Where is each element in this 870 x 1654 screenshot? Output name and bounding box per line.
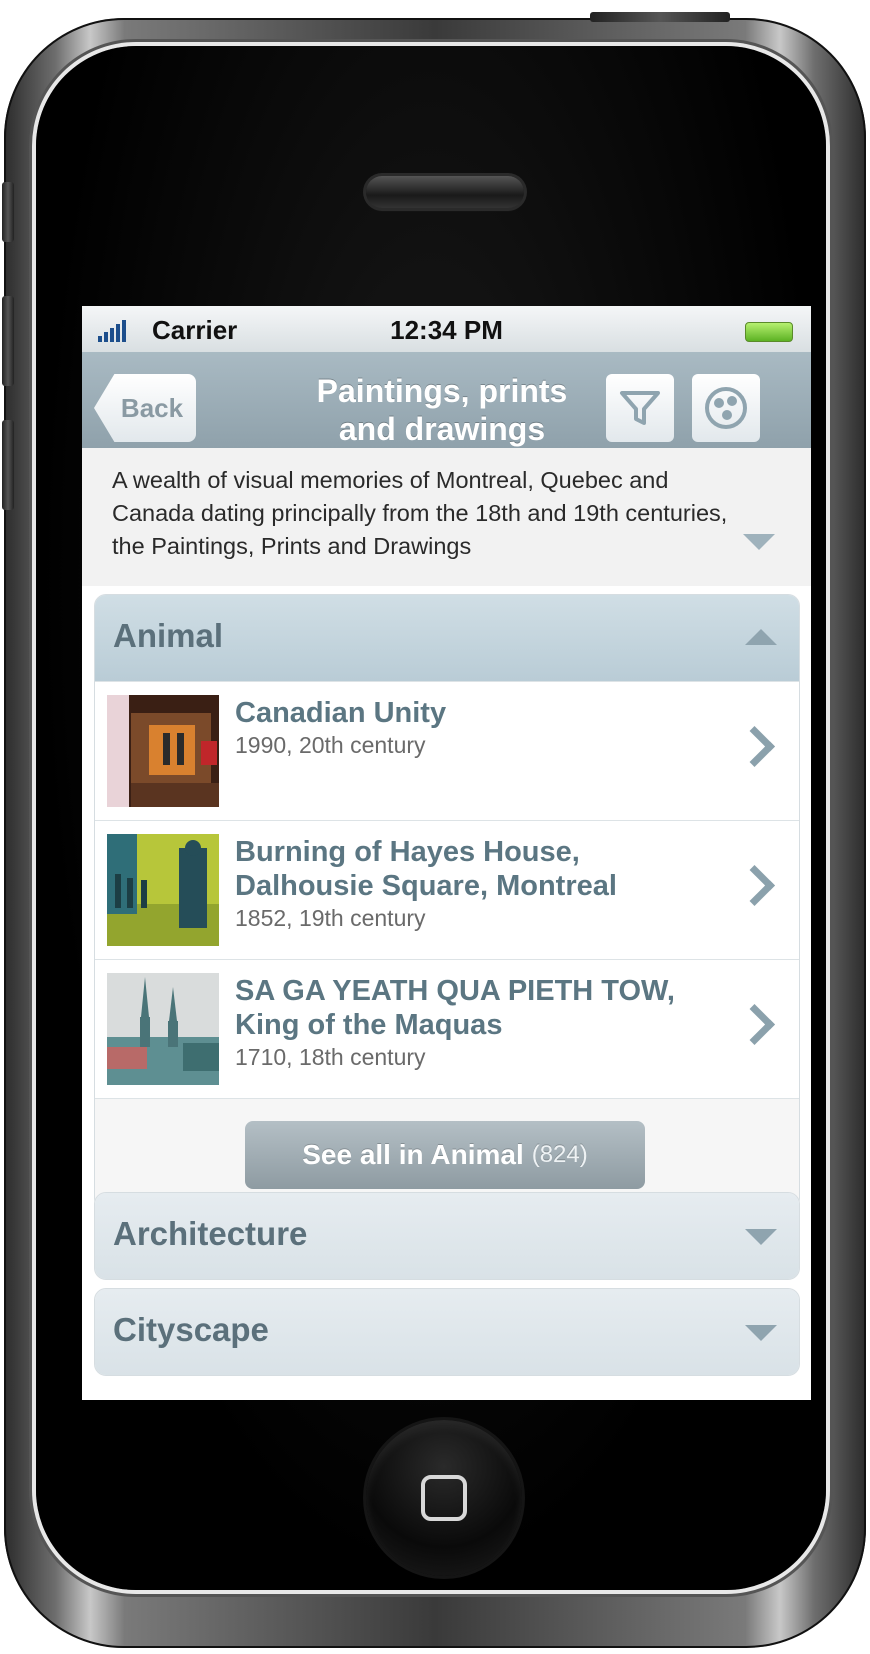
category-header-cityscape[interactable]: Cityscape	[95, 1289, 799, 1375]
category-header-animal[interactable]: Animal	[95, 595, 799, 681]
item-title: Burning of Hayes House, Dalhousie Square…	[235, 836, 617, 902]
expand-down-icon	[745, 1229, 777, 1245]
category-title: Animal	[113, 617, 224, 654]
see-all-button[interactable]: See all in Animal (824)	[245, 1121, 645, 1189]
navigation-bar: Back Paintings, prints and drawings	[82, 352, 811, 448]
category-header-architecture[interactable]: Architecture	[95, 1193, 799, 1279]
home-button[interactable]	[366, 1420, 522, 1576]
earpiece-speaker	[366, 176, 524, 208]
thumbnail-image	[107, 695, 219, 807]
list-item[interactable]: Burning of Hayes House, Dalhousie Square…	[95, 820, 799, 959]
item-date: 1852, 19th century	[235, 905, 426, 931]
category-animal: Animal Canadian Unity 1990, 20th century	[94, 594, 800, 1210]
collection-description[interactable]: A wealth of visual memories of Montreal,…	[82, 448, 811, 587]
ringer-switch	[2, 182, 14, 242]
category-cityscape: Cityscape	[94, 1288, 800, 1376]
filter-icon	[620, 391, 660, 425]
share-button[interactable]	[692, 374, 760, 442]
see-all-label: See all in Animal	[302, 1139, 524, 1170]
item-date: 1990, 20th century	[235, 732, 426, 758]
power-button	[590, 12, 730, 22]
item-title: Canadian Unity	[235, 697, 447, 729]
list-item[interactable]: Canadian Unity 1990, 20th century	[95, 681, 799, 820]
item-date: 1710, 18th century	[235, 1044, 426, 1070]
thumbnail-image	[107, 973, 219, 1085]
item-title: SA GA YEATH QUA PIETH TOW, King of the M…	[235, 975, 675, 1041]
collapse-up-icon	[745, 629, 777, 645]
chevron-right-icon	[733, 725, 776, 768]
page-title-line-2: and drawings	[338, 411, 546, 447]
description-text: A wealth of visual memories of Montreal,…	[112, 467, 728, 559]
filter-button[interactable]	[606, 374, 674, 442]
battery-icon	[745, 322, 793, 342]
volume-down-button	[2, 420, 14, 510]
volume-up-button	[2, 296, 14, 386]
expand-down-icon[interactable]	[743, 534, 775, 550]
category-list: Animal Canadian Unity 1990, 20th century	[82, 586, 811, 1400]
back-button-label: Back	[120, 392, 184, 423]
list-item[interactable]: SA GA YEATH QUA PIETH TOW, King of the M…	[95, 959, 799, 1098]
category-architecture: Architecture	[94, 1192, 800, 1280]
status-bar: Carrier 12:34 PM	[82, 306, 811, 352]
page-title: Paintings, prints and drawings	[232, 372, 652, 448]
expand-down-icon	[745, 1325, 777, 1341]
chevron-right-icon	[733, 1003, 776, 1046]
back-button[interactable]: Back	[94, 374, 196, 442]
clock: 12:34 PM	[390, 315, 503, 345]
home-square-icon	[421, 1475, 467, 1521]
chevron-right-icon	[733, 864, 776, 907]
see-all-count: (824)	[531, 1141, 588, 1168]
category-title: Architecture	[113, 1215, 308, 1252]
thumbnail-image	[107, 834, 219, 946]
screen: Carrier 12:34 PM Back Paintings, prints …	[82, 306, 811, 1400]
category-title: Cityscape	[113, 1311, 269, 1348]
page-title-line-1: Paintings, prints	[316, 373, 568, 409]
share-icon	[705, 387, 747, 429]
